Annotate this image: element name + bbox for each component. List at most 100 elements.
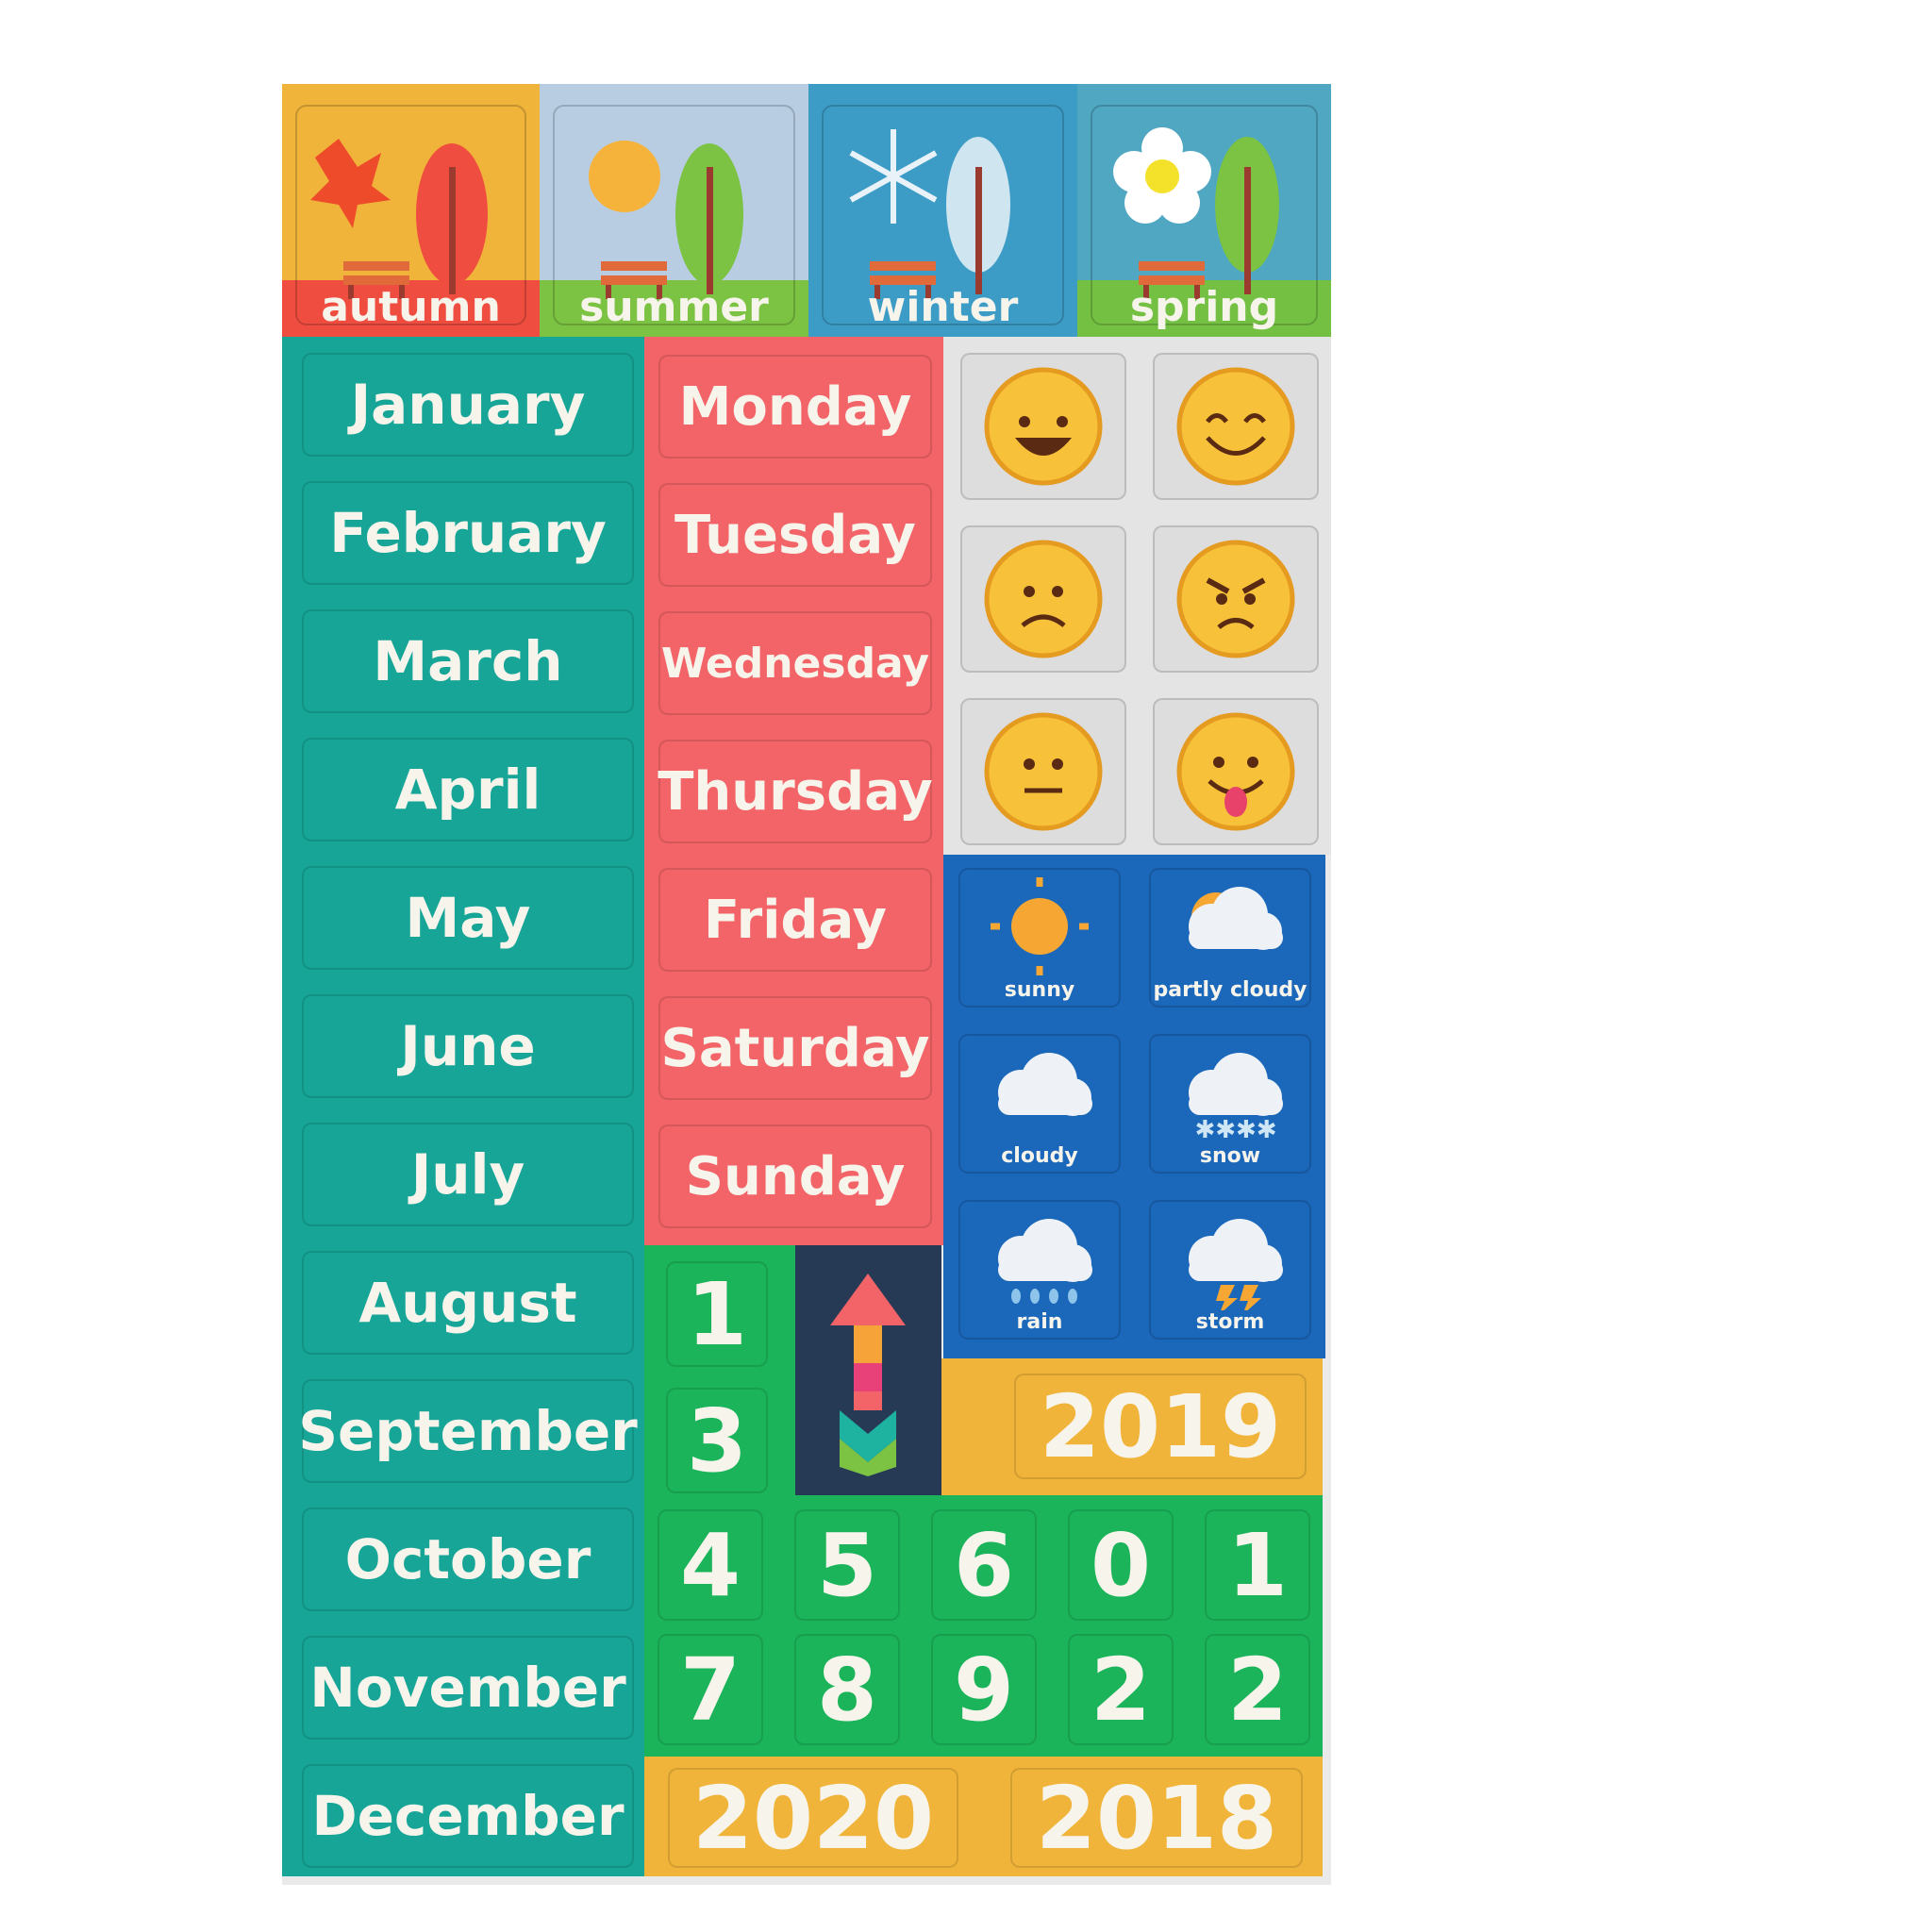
tile-label: March (373, 629, 563, 693)
tile-label: January (350, 373, 586, 437)
number-tile[interactable]: 4 (658, 1509, 763, 1621)
tile-label: July (410, 1142, 525, 1207)
cloud-icon (998, 1053, 1092, 1116)
day-tile-saturday[interactable]: Saturday (658, 996, 932, 1100)
tile-label: Friday (703, 889, 888, 951)
number-tile[interactable]: 1 (666, 1261, 768, 1367)
tile-label: 2 (1090, 1639, 1151, 1740)
number-tile[interactable]: 7 (658, 1634, 763, 1745)
month-tile-october[interactable]: October (302, 1507, 634, 1611)
tile-label: Tuesday (675, 504, 916, 566)
tile-label: May (405, 886, 531, 950)
tile-label: December (311, 1784, 625, 1848)
storm-icon (1189, 1219, 1283, 1310)
season-label: winter (867, 283, 1019, 331)
weather-tile-storm[interactable]: storm (1149, 1200, 1311, 1340)
number-tile[interactable]: 3 (666, 1388, 768, 1493)
tile-label: November (309, 1656, 626, 1720)
weather-tile-partly-cloudy[interactable]: partly cloudy (1149, 868, 1311, 1008)
year-tile-2019[interactable]: 2019 (1014, 1374, 1307, 1479)
month-tile-april[interactable]: April (302, 738, 634, 841)
frowning-face-icon (984, 540, 1103, 658)
month-tile-december[interactable]: December (302, 1764, 634, 1868)
weather-label: partly cloudy (1153, 978, 1307, 1002)
month-tile-march[interactable]: March (302, 609, 634, 713)
number-tile[interactable]: 0 (1068, 1509, 1174, 1621)
month-tile-september[interactable]: September (298, 1379, 638, 1483)
tile-label: Sunday (685, 1145, 906, 1208)
weather-label: storm (1195, 1310, 1265, 1334)
season-tile-spring[interactable]: spring (1077, 84, 1331, 337)
number-tile[interactable]: 5 (794, 1509, 900, 1621)
tongue-out-face-icon (1176, 712, 1295, 831)
tile-label: September (298, 1399, 638, 1463)
tile-label: 5 (816, 1514, 877, 1616)
month-tile-june[interactable]: June (302, 994, 634, 1098)
number-tile[interactable]: 9 (931, 1634, 1037, 1745)
weather-tile-cloudy[interactable]: cloudy (958, 1034, 1121, 1174)
emotion-tile[interactable] (960, 353, 1126, 500)
tile-label: 8 (816, 1639, 877, 1740)
day-tile-wednesday[interactable]: Wednesday (658, 611, 932, 715)
day-tile-thursday[interactable]: Thursday (658, 740, 933, 843)
neutral-face-icon (984, 712, 1103, 831)
month-tile-july[interactable]: July (302, 1123, 634, 1226)
day-tile-monday[interactable]: Monday (658, 355, 932, 458)
tile-label: February (329, 501, 607, 565)
season-label: summer (579, 283, 769, 331)
season-tile-winter[interactable]: winter (808, 84, 1077, 337)
number-tile[interactable]: 2 (1205, 1634, 1310, 1745)
day-tile-tuesday[interactable]: Tuesday (658, 483, 932, 587)
weather-label: snow (1199, 1144, 1261, 1168)
tile-label: 7 (679, 1639, 741, 1740)
arrow-pointer-icon[interactable] (811, 1269, 924, 1476)
weather-tile-rain[interactable]: rain (958, 1200, 1121, 1340)
year-tile-2020[interactable]: 2020 (668, 1767, 958, 1869)
emotion-tile[interactable] (1153, 698, 1319, 845)
month-tile-august[interactable]: August (302, 1251, 634, 1355)
partly-cloudy-icon (1189, 887, 1283, 950)
number-tile[interactable]: 2 (1068, 1634, 1174, 1745)
tile-label: August (358, 1271, 577, 1335)
year-label: 2018 (1035, 1767, 1278, 1869)
snow-icon: ✱✱✱✱ (1189, 1053, 1283, 1144)
season-label: autumn (321, 283, 501, 331)
tile-label: 9 (953, 1639, 1014, 1740)
season-label: spring (1129, 283, 1279, 331)
tile-label: 1 (686, 1263, 747, 1365)
season-tile-summer[interactable]: summer (540, 84, 808, 337)
sun-icon (991, 877, 1089, 975)
tile-label: Thursday (658, 760, 933, 823)
angry-face-icon (1176, 540, 1295, 658)
month-tile-may[interactable]: May (302, 866, 634, 970)
tile-label: 3 (686, 1390, 747, 1491)
month-tile-january[interactable]: January (302, 353, 634, 457)
day-tile-friday[interactable]: Friday (658, 868, 932, 972)
smiling-eyes-face-icon (1176, 367, 1295, 486)
grinning-face-icon (984, 367, 1103, 486)
year-label: 2019 (1039, 1375, 1282, 1477)
number-tile[interactable]: 8 (794, 1634, 900, 1745)
number-tile[interactable]: 1 (1205, 1509, 1310, 1621)
emotion-tile[interactable] (1153, 525, 1319, 673)
weather-tile-sunny[interactable]: sunny (958, 868, 1121, 1008)
svg-text:✱✱✱✱: ✱✱✱✱ (1194, 1116, 1276, 1144)
month-tile-february[interactable]: February (302, 481, 634, 585)
tile-label: October (344, 1527, 591, 1591)
weather-label: sunny (1004, 978, 1075, 1002)
tile-label: 0 (1090, 1514, 1151, 1616)
weather-tile-snow[interactable]: ✱✱✱✱ snow (1149, 1034, 1311, 1174)
emotion-tile[interactable] (1153, 353, 1319, 500)
year-label: 2020 (691, 1767, 935, 1869)
season-tile-autumn[interactable]: autumn (282, 84, 540, 337)
month-tile-november[interactable]: November (302, 1636, 634, 1740)
weather-label: cloudy (1001, 1144, 1078, 1168)
rain-icon (998, 1219, 1092, 1304)
tile-label: 4 (679, 1514, 741, 1616)
number-tile[interactable]: 6 (931, 1509, 1037, 1621)
emotion-tile[interactable] (960, 525, 1126, 673)
year-tile-2018[interactable]: 2018 (1010, 1767, 1303, 1869)
tile-label: Saturday (660, 1017, 930, 1079)
day-tile-sunday[interactable]: Sunday (658, 1124, 932, 1228)
emotion-tile[interactable] (960, 698, 1126, 845)
